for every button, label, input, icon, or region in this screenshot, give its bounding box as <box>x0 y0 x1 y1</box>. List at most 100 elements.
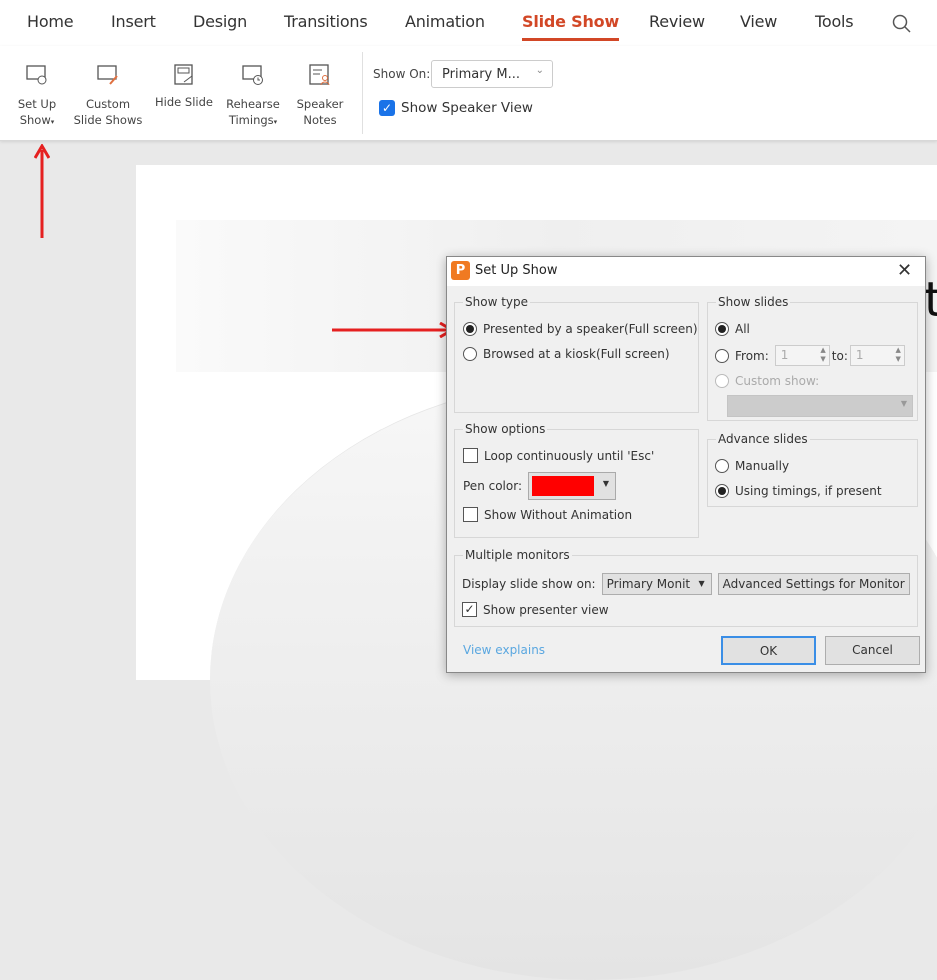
radio-icon <box>715 459 729 473</box>
tab-transitions[interactable]: Transitions <box>284 12 368 31</box>
from-value: 1 <box>780 348 789 362</box>
show-options-group: Show options Loop continuously until 'Es… <box>454 422 699 538</box>
label: Show Speaker View <box>401 100 533 116</box>
label: Speaker <box>296 97 344 111</box>
annotation-arrow-right <box>332 322 455 338</box>
label: From: <box>735 348 769 363</box>
ribbon-separator <box>362 52 363 134</box>
label: Loop continuously until 'Esc' <box>484 448 655 463</box>
cancel-button[interactable]: Cancel <box>825 636 920 665</box>
radio-manually[interactable]: Manually <box>715 459 789 473</box>
to-spinner[interactable]: 1 ▲ ▼ <box>849 345 905 366</box>
pen-color-swatch <box>532 476 594 496</box>
label: Set Up <box>17 97 57 111</box>
tab-review[interactable]: Review <box>649 12 705 31</box>
tab-insert[interactable]: Insert <box>111 12 156 31</box>
custom-show-select[interactable]: ▼ <box>727 395 913 417</box>
label: Manually <box>735 459 790 473</box>
rehearse-timings-icon <box>242 65 263 85</box>
radio-icon <box>463 347 477 361</box>
label: Pen color: <box>463 479 522 493</box>
checkbox-icon <box>463 507 478 522</box>
group-legend: Show options <box>463 422 548 436</box>
tab-design[interactable]: Design <box>193 12 247 31</box>
radio-icon <box>463 322 477 336</box>
label: Timings <box>228 113 274 127</box>
dropdown-arrow-icon: ▼ <box>698 579 705 588</box>
radio-using-timings[interactable]: Using timings, if present <box>715 484 882 498</box>
label: Using timings, if present <box>735 484 882 498</box>
radio-icon <box>715 484 729 498</box>
rehearse-timings-button[interactable]: Rehearse Timings▾ <box>222 46 284 141</box>
menu-tabs: Home Insert Design Transitions Animation… <box>0 0 937 46</box>
search-icon[interactable] <box>892 14 912 34</box>
checkbox-icon <box>463 448 478 463</box>
label: Show <box>19 113 51 127</box>
setup-show-icon <box>26 65 47 85</box>
annotation-arrow-up <box>34 144 50 238</box>
label: to: <box>831 348 848 363</box>
speaker-notes-button[interactable]: Speaker Notes <box>292 46 348 141</box>
label: Slide Shows <box>73 113 143 127</box>
show-slides-group: Show slides All From: 1 ▲ ▼ to: 1 ▲ ▼ Custom… <box>707 295 918 421</box>
checkmark-icon: ✓ <box>379 100 395 116</box>
dropdown-arrow-icon: ▼ <box>900 399 907 408</box>
dropdown-arrow-icon: ▾ <box>50 118 55 126</box>
chevron-down-icon: ⌄ <box>535 65 544 76</box>
radio-browsed-at-kiosk[interactable]: Browsed at a kiosk(Full screen) <box>463 347 670 361</box>
close-icon[interactable]: ✕ <box>897 260 912 281</box>
tab-animation[interactable]: Animation <box>405 12 485 31</box>
to-value: 1 <box>855 348 864 362</box>
ok-button[interactable]: OK <box>721 636 816 665</box>
dropdown-arrow-icon: ▾ <box>273 118 278 126</box>
radio-all-slides[interactable]: All <box>715 322 750 336</box>
set-up-show-button[interactable]: Set Up Show▾ <box>10 46 64 141</box>
ribbon: Set Up Show▾ Custom Slide Shows Hide Slide… <box>0 46 937 141</box>
dropdown-arrow-icon: ▼ <box>602 479 609 488</box>
spinner-arrows-icon: ▲ ▼ <box>820 346 826 363</box>
label: Hide Slide <box>155 95 213 109</box>
label: Show presenter view <box>483 602 609 617</box>
view-explains-link[interactable]: View explains <box>463 643 545 657</box>
display-on-row: Display slide show on: Primary Monit ▼ Ad… <box>462 573 910 595</box>
radio-icon <box>715 374 729 388</box>
multiple-monitors-group: Multiple monitors Display slide show on:… <box>454 548 918 627</box>
label: Custom <box>85 97 131 111</box>
show-on-select[interactable]: Primary M... ⌄ <box>431 60 553 88</box>
radio-icon <box>715 348 729 363</box>
group-legend: Show slides <box>716 295 791 309</box>
label: Presented by a speaker(Full screen) <box>483 322 698 336</box>
custom-slide-shows-icon <box>97 65 118 85</box>
tab-home[interactable]: Home <box>27 12 74 31</box>
loop-checkbox[interactable]: Loop continuously until 'Esc' <box>463 448 654 463</box>
radio-custom-show[interactable]: Custom show: <box>715 374 819 388</box>
label: Notes <box>303 113 337 127</box>
from-spinner[interactable]: 1 ▲ ▼ <box>774 345 830 366</box>
tab-slide-show[interactable]: Slide Show <box>522 12 619 41</box>
app-logo-icon: P <box>451 261 470 280</box>
show-type-group: Show type Presented by a speaker(Full sc… <box>454 295 699 413</box>
tab-tools[interactable]: Tools <box>815 12 854 31</box>
show-on-value: Primary M... <box>442 67 520 82</box>
group-legend: Show type <box>463 295 530 309</box>
hide-slide-button[interactable]: Hide Slide <box>152 46 216 141</box>
speaker-notes-icon <box>309 64 330 86</box>
show-on-label: Show On: <box>373 67 431 81</box>
set-up-show-dialog: P Set Up Show ✕ Show type Presented by a… <box>446 256 926 673</box>
show-speaker-view-checkbox[interactable]: ✓ Show Speaker View <box>379 100 533 116</box>
label: All <box>735 322 750 336</box>
advanced-settings-button[interactable]: Advanced Settings for Monitor <box>717 573 910 595</box>
display-monitor-select[interactable]: Primary Monit ▼ <box>601 573 712 595</box>
label: Display slide show on: <box>462 577 596 591</box>
pen-color-picker[interactable]: ▼ <box>528 472 616 500</box>
group-legend: Advance slides <box>716 432 810 446</box>
radio-presented-by-speaker[interactable]: Presented by a speaker(Full screen) <box>463 322 698 336</box>
no-animation-checkbox[interactable]: Show Without Animation <box>463 507 632 522</box>
tab-view[interactable]: View <box>740 12 777 31</box>
dialog-title-bar: P Set Up Show ✕ <box>447 257 925 286</box>
radio-from[interactable]: From: 1 ▲ ▼ to: 1 ▲ ▼ <box>715 345 905 366</box>
presenter-view-checkbox[interactable]: ✓ Show presenter view <box>462 602 609 617</box>
custom-slide-shows-button[interactable]: Custom Slide Shows <box>70 46 146 141</box>
label: Custom show: <box>735 374 820 388</box>
group-legend: Multiple monitors <box>463 548 572 562</box>
